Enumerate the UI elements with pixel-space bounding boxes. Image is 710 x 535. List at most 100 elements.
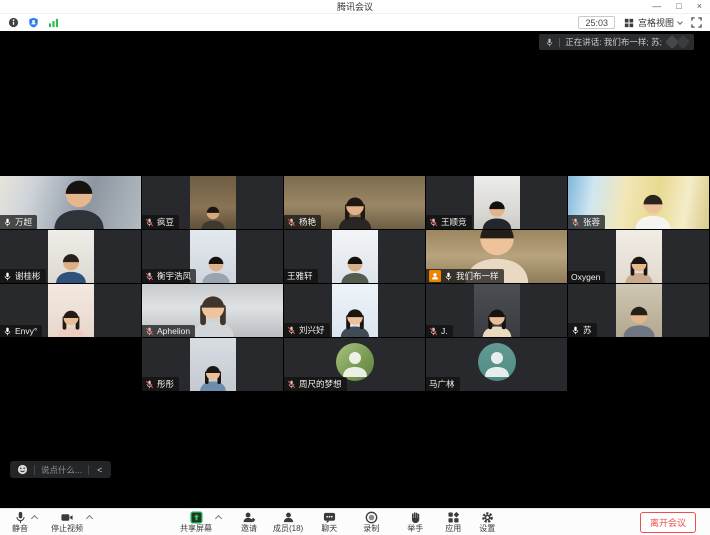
- participant-tile[interactable]: 谢桂彬: [0, 230, 141, 283]
- network-signal-icon[interactable]: [48, 17, 59, 28]
- participant-name: 万超: [15, 216, 32, 228]
- chat-collapse-button[interactable]: <: [95, 465, 104, 475]
- view-mode-selector[interactable]: 宫格视图: [624, 16, 682, 29]
- chevron-up-icon[interactable]: [215, 515, 222, 522]
- record-icon: [365, 511, 378, 524]
- chevron-up-icon[interactable]: [86, 515, 93, 522]
- settings-icon: [481, 511, 494, 524]
- participant-video: [48, 230, 94, 283]
- toolbar-members-button[interactable]: 成员(18): [273, 509, 303, 535]
- participant-name: 疯豆: [157, 216, 174, 228]
- participant-video: [190, 176, 236, 229]
- raised-hand-badge-icon: [429, 270, 441, 282]
- participant-name: 刘兴好: [299, 324, 325, 336]
- mic-on-icon: [444, 272, 453, 281]
- view-mode-label: 宫格视图: [638, 16, 674, 29]
- apps-icon: [447, 511, 460, 524]
- camera-icon: [60, 511, 74, 524]
- participant-name: 马广林: [429, 378, 455, 390]
- maximize-button[interactable]: □: [676, 0, 681, 13]
- toolbar-invite-button[interactable]: 邀请: [241, 509, 257, 535]
- mic-on-icon: [3, 272, 12, 281]
- mic-muted-icon: [287, 380, 296, 389]
- participant-tile[interactable]: 衡宇浩凤: [142, 230, 283, 283]
- fullscreen-icon[interactable]: [691, 17, 702, 28]
- divider: [88, 465, 89, 475]
- participant-tile[interactable]: 刘兴好: [284, 284, 425, 337]
- mic-muted-icon: [145, 272, 154, 281]
- toolbar-label: 共享屏幕: [180, 525, 212, 533]
- titlebar: 腾讯会议 — □ ×: [0, 0, 710, 14]
- participant-tile[interactable]: 疯豆: [142, 176, 283, 229]
- participant-tile[interactable]: 彤彤: [142, 338, 283, 391]
- mic-muted-icon: [145, 218, 154, 227]
- mic-muted-icon: [429, 218, 438, 227]
- toolbar-label: 静音: [12, 525, 28, 533]
- participant-name-chip: 杨艳: [284, 215, 321, 229]
- participant-tile[interactable]: J.: [426, 284, 567, 337]
- participant-name: 周尺的梦想: [299, 378, 342, 390]
- participant-name: 王顺竞: [441, 216, 467, 228]
- participant-tile[interactable]: 周尺的梦想: [284, 338, 425, 391]
- participant-tile[interactable]: 万超: [0, 176, 141, 229]
- header-view-controls: 25:03 宫格视图: [578, 16, 702, 29]
- window-controls: — □ ×: [652, 0, 702, 13]
- participant-video: [474, 176, 520, 229]
- participant-tile[interactable]: 张蓉: [568, 176, 709, 229]
- participant-name: 苏: [583, 324, 592, 336]
- security-shield-icon[interactable]: [28, 17, 39, 28]
- participant-tile[interactable]: 我们布一样: [426, 230, 567, 283]
- participant-tile[interactable]: Aphelion: [142, 284, 283, 337]
- participant-name-chip: 周尺的梦想: [284, 377, 347, 391]
- toolbar-settings-button[interactable]: 设置: [479, 509, 495, 535]
- minimize-button[interactable]: —: [652, 0, 661, 13]
- mic-on-icon: [571, 326, 580, 335]
- toolbar-label: 应用: [445, 525, 461, 533]
- toolbar-label: 举手: [407, 525, 423, 533]
- meeting-header: 25:03 宫格视图: [0, 14, 710, 31]
- participant-tile[interactable]: 苏: [568, 284, 709, 337]
- leave-meeting-button[interactable]: 离开会议: [640, 512, 696, 533]
- chevron-up-icon[interactable]: [31, 515, 38, 522]
- tencent-meeting-window: 腾讯会议 — □ × 25:03 宫格视图 正在讲话: 我们布一样; 苏;: [0, 0, 710, 535]
- chat-icon: [323, 511, 336, 524]
- grid-view-icon: [624, 18, 634, 28]
- video-stage: 正在讲话: 我们布一样; 苏; 万超疯豆杨艳王顺竞张蓉谢桂彬衡宇浩凤王雅轩我们布…: [0, 31, 710, 508]
- participant-name-chip: Oxygen: [568, 271, 605, 283]
- meeting-info-icon[interactable]: [8, 17, 19, 28]
- mic-muted-icon: [571, 218, 580, 227]
- participant-tile[interactable]: 马广林: [426, 338, 567, 391]
- participant-name-chip: 彤彤: [142, 377, 179, 391]
- participant-video: [474, 284, 520, 337]
- mic-on-icon: [3, 218, 12, 227]
- emoji-icon[interactable]: [17, 464, 28, 475]
- invite-icon: [242, 511, 256, 524]
- participant-tile[interactable]: 王雅轩: [284, 230, 425, 283]
- mic-icon: [14, 511, 27, 524]
- header-status-icons: [8, 17, 59, 28]
- participant-tile[interactable]: Envy°: [0, 284, 141, 337]
- participant-name-chip: 刘兴好: [284, 323, 330, 337]
- participant-tile[interactable]: Oxygen: [568, 230, 709, 283]
- participant-tile[interactable]: 王顺竞: [426, 176, 567, 229]
- divider: [34, 465, 35, 475]
- toolbar-mic-button[interactable]: 静音: [12, 509, 28, 535]
- toolbar-share-button[interactable]: 共享屏幕: [180, 509, 212, 535]
- toolbar-items: 静音 停止视频共享屏幕 邀请 成员(18) 聊天录制举手 应用 设置: [10, 509, 495, 535]
- toolbar-apps-button[interactable]: 应用: [445, 509, 461, 535]
- mic-muted-icon: [287, 218, 296, 227]
- toolbar-chat-button[interactable]: 聊天: [321, 509, 337, 535]
- toolbar-label: 邀请: [241, 525, 257, 533]
- toolbar-hand-button[interactable]: 举手: [407, 509, 423, 535]
- participant-grid: 万超 疯豆 杨艳 王顺竞 张蓉谢桂彬衡宇浩凤王雅轩 我们布一样Oxygen Envy°Aph…: [0, 176, 709, 391]
- participant-video: [190, 230, 236, 283]
- participant-tile[interactable]: 杨艳: [284, 176, 425, 229]
- participant-name-chip: 王雅轩: [284, 269, 318, 283]
- meeting-timer: 25:03: [578, 16, 615, 29]
- mic-on-icon: [3, 327, 12, 336]
- close-button[interactable]: ×: [697, 0, 702, 13]
- toolbar-camera-button[interactable]: 停止视频: [51, 509, 83, 535]
- participant-avatar: [336, 343, 374, 381]
- chat-input[interactable]: 说点什么...: [41, 464, 82, 476]
- toolbar-record-button[interactable]: 录制: [363, 509, 379, 535]
